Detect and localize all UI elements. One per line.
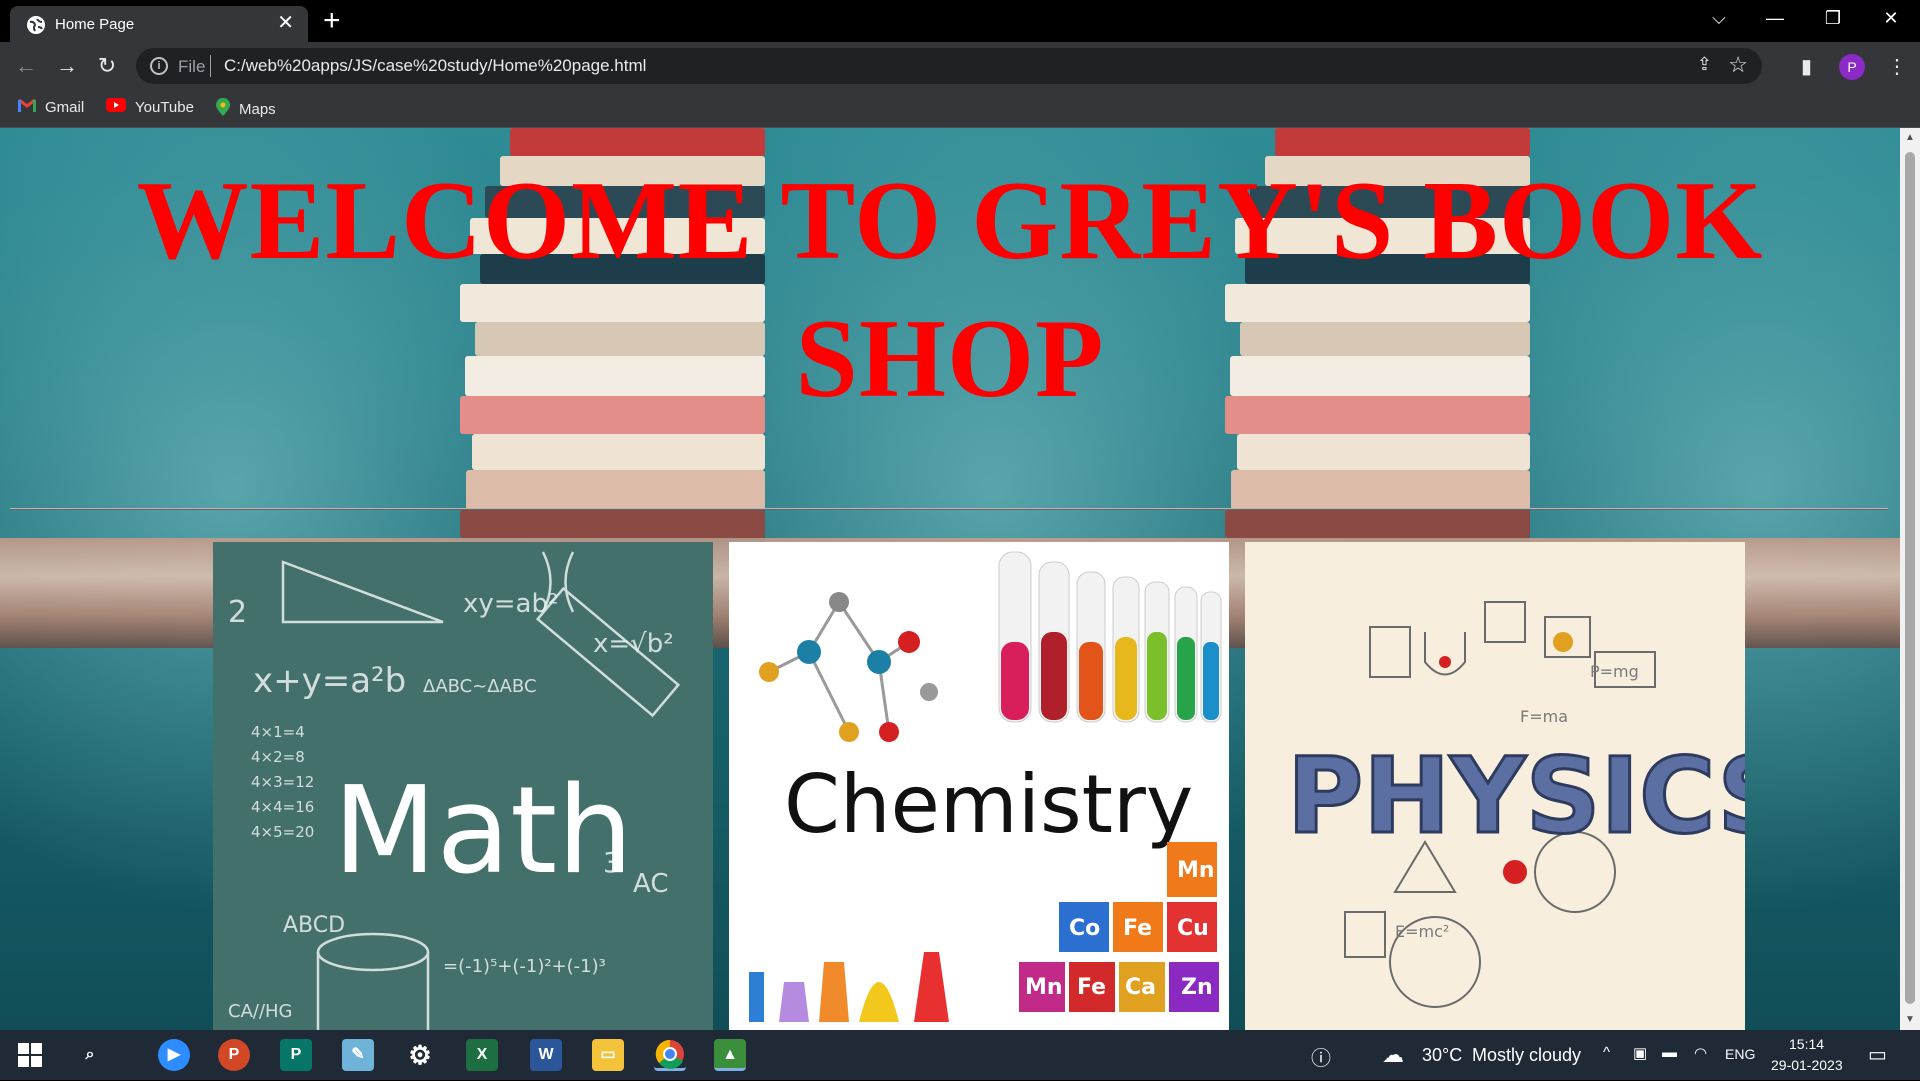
browser-tab[interactable]: Home Page ✕ bbox=[10, 6, 308, 42]
chrome-icon[interactable] bbox=[654, 1039, 686, 1071]
url-scheme: File bbox=[178, 57, 206, 76]
zoom-icon[interactable]: ▶ bbox=[158, 1039, 190, 1071]
physics-image-text: PHYSICS bbox=[1287, 735, 1745, 857]
start-icon[interactable] bbox=[14, 1039, 46, 1071]
svg-text:Fe: Fe bbox=[1123, 916, 1152, 941]
svg-text:x+y=a²b: x+y=a²b bbox=[253, 661, 406, 701]
scroll-up-icon[interactable]: ▲ bbox=[1905, 132, 1915, 143]
gmail-icon bbox=[18, 98, 36, 118]
svg-text:ABCD: ABCD bbox=[283, 913, 345, 938]
svg-text:Mn: Mn bbox=[1177, 858, 1215, 883]
svg-text:4×5=20: 4×5=20 bbox=[251, 823, 314, 841]
windows-taskbar: ⌕ ▶ P P ✎ ⚙ X W ▭ ▲ ⓘ ☁ 30°C Mostly clou… bbox=[0, 1030, 1920, 1080]
svg-text:P=mg: P=mg bbox=[1590, 662, 1639, 681]
battery-icon[interactable]: ▬ bbox=[1662, 1044, 1677, 1061]
bookmark-gmail[interactable]: Gmail bbox=[18, 98, 84, 118]
bookmark-label: Maps bbox=[239, 100, 276, 118]
svg-text:Zn: Zn bbox=[1181, 975, 1213, 1000]
share-icon[interactable]: ⇪ bbox=[1697, 54, 1712, 75]
math-subject-image[interactable]: 2 xy=ab² x=√b² x+y=a²b ΔABC~ΔABC 4×1=4 4… bbox=[213, 542, 713, 1030]
weather-condition[interactable]: Mostly cloudy bbox=[1472, 1045, 1581, 1066]
svg-text:Mn: Mn bbox=[1025, 975, 1063, 1000]
wifi-icon[interactable]: ◠ bbox=[1694, 1044, 1707, 1062]
page-title: WELCOME TO GREY'S BOOK SHOP bbox=[136, 159, 1764, 421]
bookmark-label: Gmail bbox=[45, 99, 85, 116]
svg-text:E=mc²: E=mc² bbox=[1395, 922, 1449, 941]
svg-text:Co: Co bbox=[1069, 916, 1100, 941]
svg-text:2: 2 bbox=[228, 595, 247, 630]
address-bar[interactable]: i File C:/web%20apps/JS/case%20study/Hom… bbox=[136, 48, 1762, 84]
svg-text:4×4=16: 4×4=16 bbox=[251, 798, 314, 816]
language-indicator[interactable]: ENG bbox=[1725, 1046, 1755, 1062]
svg-text:Ca: Ca bbox=[1125, 975, 1156, 1000]
clock-time[interactable]: 15:14 bbox=[1789, 1036, 1824, 1052]
side-panel-icon[interactable]: ▮ bbox=[1801, 54, 1812, 79]
notepad-icon[interactable]: ✎ bbox=[342, 1039, 374, 1071]
maps-icon bbox=[216, 98, 230, 122]
svg-text:AC: AC bbox=[633, 869, 668, 899]
chemistry-image-text: Chemistry bbox=[784, 758, 1193, 851]
bookmark-youtube[interactable]: YouTube bbox=[106, 98, 194, 118]
site-info-icon[interactable]: i bbox=[150, 57, 168, 75]
tab-close-icon[interactable]: ✕ bbox=[277, 13, 294, 33]
device-icon[interactable]: ▣ bbox=[1633, 1044, 1647, 1062]
help-icon[interactable]: ⓘ bbox=[1311, 1042, 1331, 1071]
url-separator bbox=[210, 55, 211, 77]
profile-avatar[interactable]: P bbox=[1839, 54, 1865, 80]
new-tab-button[interactable]: + bbox=[323, 6, 341, 36]
bookmark-star-icon[interactable]: ☆ bbox=[1728, 52, 1748, 78]
file-explorer-icon[interactable]: ▭ bbox=[592, 1039, 624, 1071]
svg-text:xy=ab²: xy=ab² bbox=[463, 589, 558, 619]
back-icon[interactable]: ← bbox=[12, 54, 40, 78]
svg-text:Fe: Fe bbox=[1077, 975, 1106, 1000]
svg-text:4×1=4: 4×1=4 bbox=[251, 723, 305, 741]
svg-text:F=ma: F=ma bbox=[1520, 707, 1568, 726]
url-text[interactable]: C:/web%20apps/JS/case%20study/Home%20pag… bbox=[224, 56, 646, 76]
chemistry-subject-image[interactable]: Chemistry Co Fe Cu Mn Mn Fe Ca Zn bbox=[729, 542, 1229, 1030]
weather-cloud-icon[interactable]: ☁ bbox=[1382, 1042, 1404, 1068]
publisher-icon[interactable]: P bbox=[280, 1039, 312, 1071]
scroll-down-icon[interactable]: ▼ bbox=[1905, 1014, 1915, 1025]
bookmark-label: YouTube bbox=[135, 99, 194, 116]
math-image-text: Math bbox=[333, 762, 633, 901]
tab-title: Home Page bbox=[55, 16, 135, 33]
svg-text:=(-1)⁵+(-1)²+(-1)³: =(-1)⁵+(-1)²+(-1)³ bbox=[443, 956, 606, 977]
horizontal-rule bbox=[10, 508, 1888, 510]
globe-icon bbox=[27, 16, 45, 34]
svg-text:Cu: Cu bbox=[1177, 916, 1209, 941]
menu-kebab-icon[interactable]: ⋮ bbox=[1887, 54, 1907, 79]
svg-text:4×3=12: 4×3=12 bbox=[251, 773, 314, 791]
powerpoint-icon[interactable]: P bbox=[218, 1039, 250, 1071]
tab-search-icon[interactable]: ⌵ bbox=[1699, 6, 1739, 30]
notifications-icon[interactable]: ▭ bbox=[1868, 1042, 1887, 1067]
settings-icon[interactable]: ⚙ bbox=[404, 1039, 436, 1071]
scrollbar-thumb[interactable] bbox=[1905, 152, 1915, 1004]
page-viewport: WELCOME TO GREY'S BOOK SHOP 2 xy=ab² x=√… bbox=[0, 128, 1900, 1030]
browser-tab-strip: Home Page ✕ + ⌵ — ❐ ✕ bbox=[0, 0, 1920, 42]
image-app-icon[interactable]: ▲ bbox=[714, 1039, 746, 1071]
search-icon[interactable]: ⌕ bbox=[74, 1039, 106, 1071]
reload-icon[interactable]: ↻ bbox=[93, 54, 121, 78]
page-scrollbar[interactable]: ▲ ▼ bbox=[1900, 128, 1920, 1030]
word-icon[interactable]: W bbox=[530, 1039, 562, 1071]
browser-toolbar: ← → ↻ i File C:/web%20apps/JS/case%20stu… bbox=[0, 42, 1920, 90]
weather-temperature[interactable]: 30°C bbox=[1422, 1045, 1462, 1066]
svg-text:x=√b²: x=√b² bbox=[593, 629, 674, 659]
svg-text:CA//HG: CA//HG bbox=[228, 1001, 293, 1022]
restore-button[interactable]: ❐ bbox=[1813, 6, 1853, 30]
clock-date[interactable]: 29-01-2023 bbox=[1771, 1057, 1843, 1073]
bookmarks-bar: Gmail YouTube Maps bbox=[0, 90, 1920, 128]
physics-subject-image[interactable]: PHYSICS P=mg E=mc² F=ma bbox=[1245, 542, 1745, 1030]
youtube-icon bbox=[106, 98, 126, 118]
bookmark-maps[interactable]: Maps bbox=[216, 98, 276, 122]
minimize-button[interactable]: — bbox=[1755, 6, 1795, 30]
forward-icon[interactable]: → bbox=[53, 54, 81, 78]
show-hidden-icons-icon[interactable]: ^ bbox=[1603, 1044, 1610, 1061]
excel-icon[interactable]: X bbox=[466, 1039, 498, 1071]
close-window-button[interactable]: ✕ bbox=[1871, 6, 1911, 30]
svg-text:4×2=8: 4×2=8 bbox=[251, 748, 305, 766]
svg-text:ΔABC~ΔABC: ΔABC~ΔABC bbox=[423, 676, 537, 697]
